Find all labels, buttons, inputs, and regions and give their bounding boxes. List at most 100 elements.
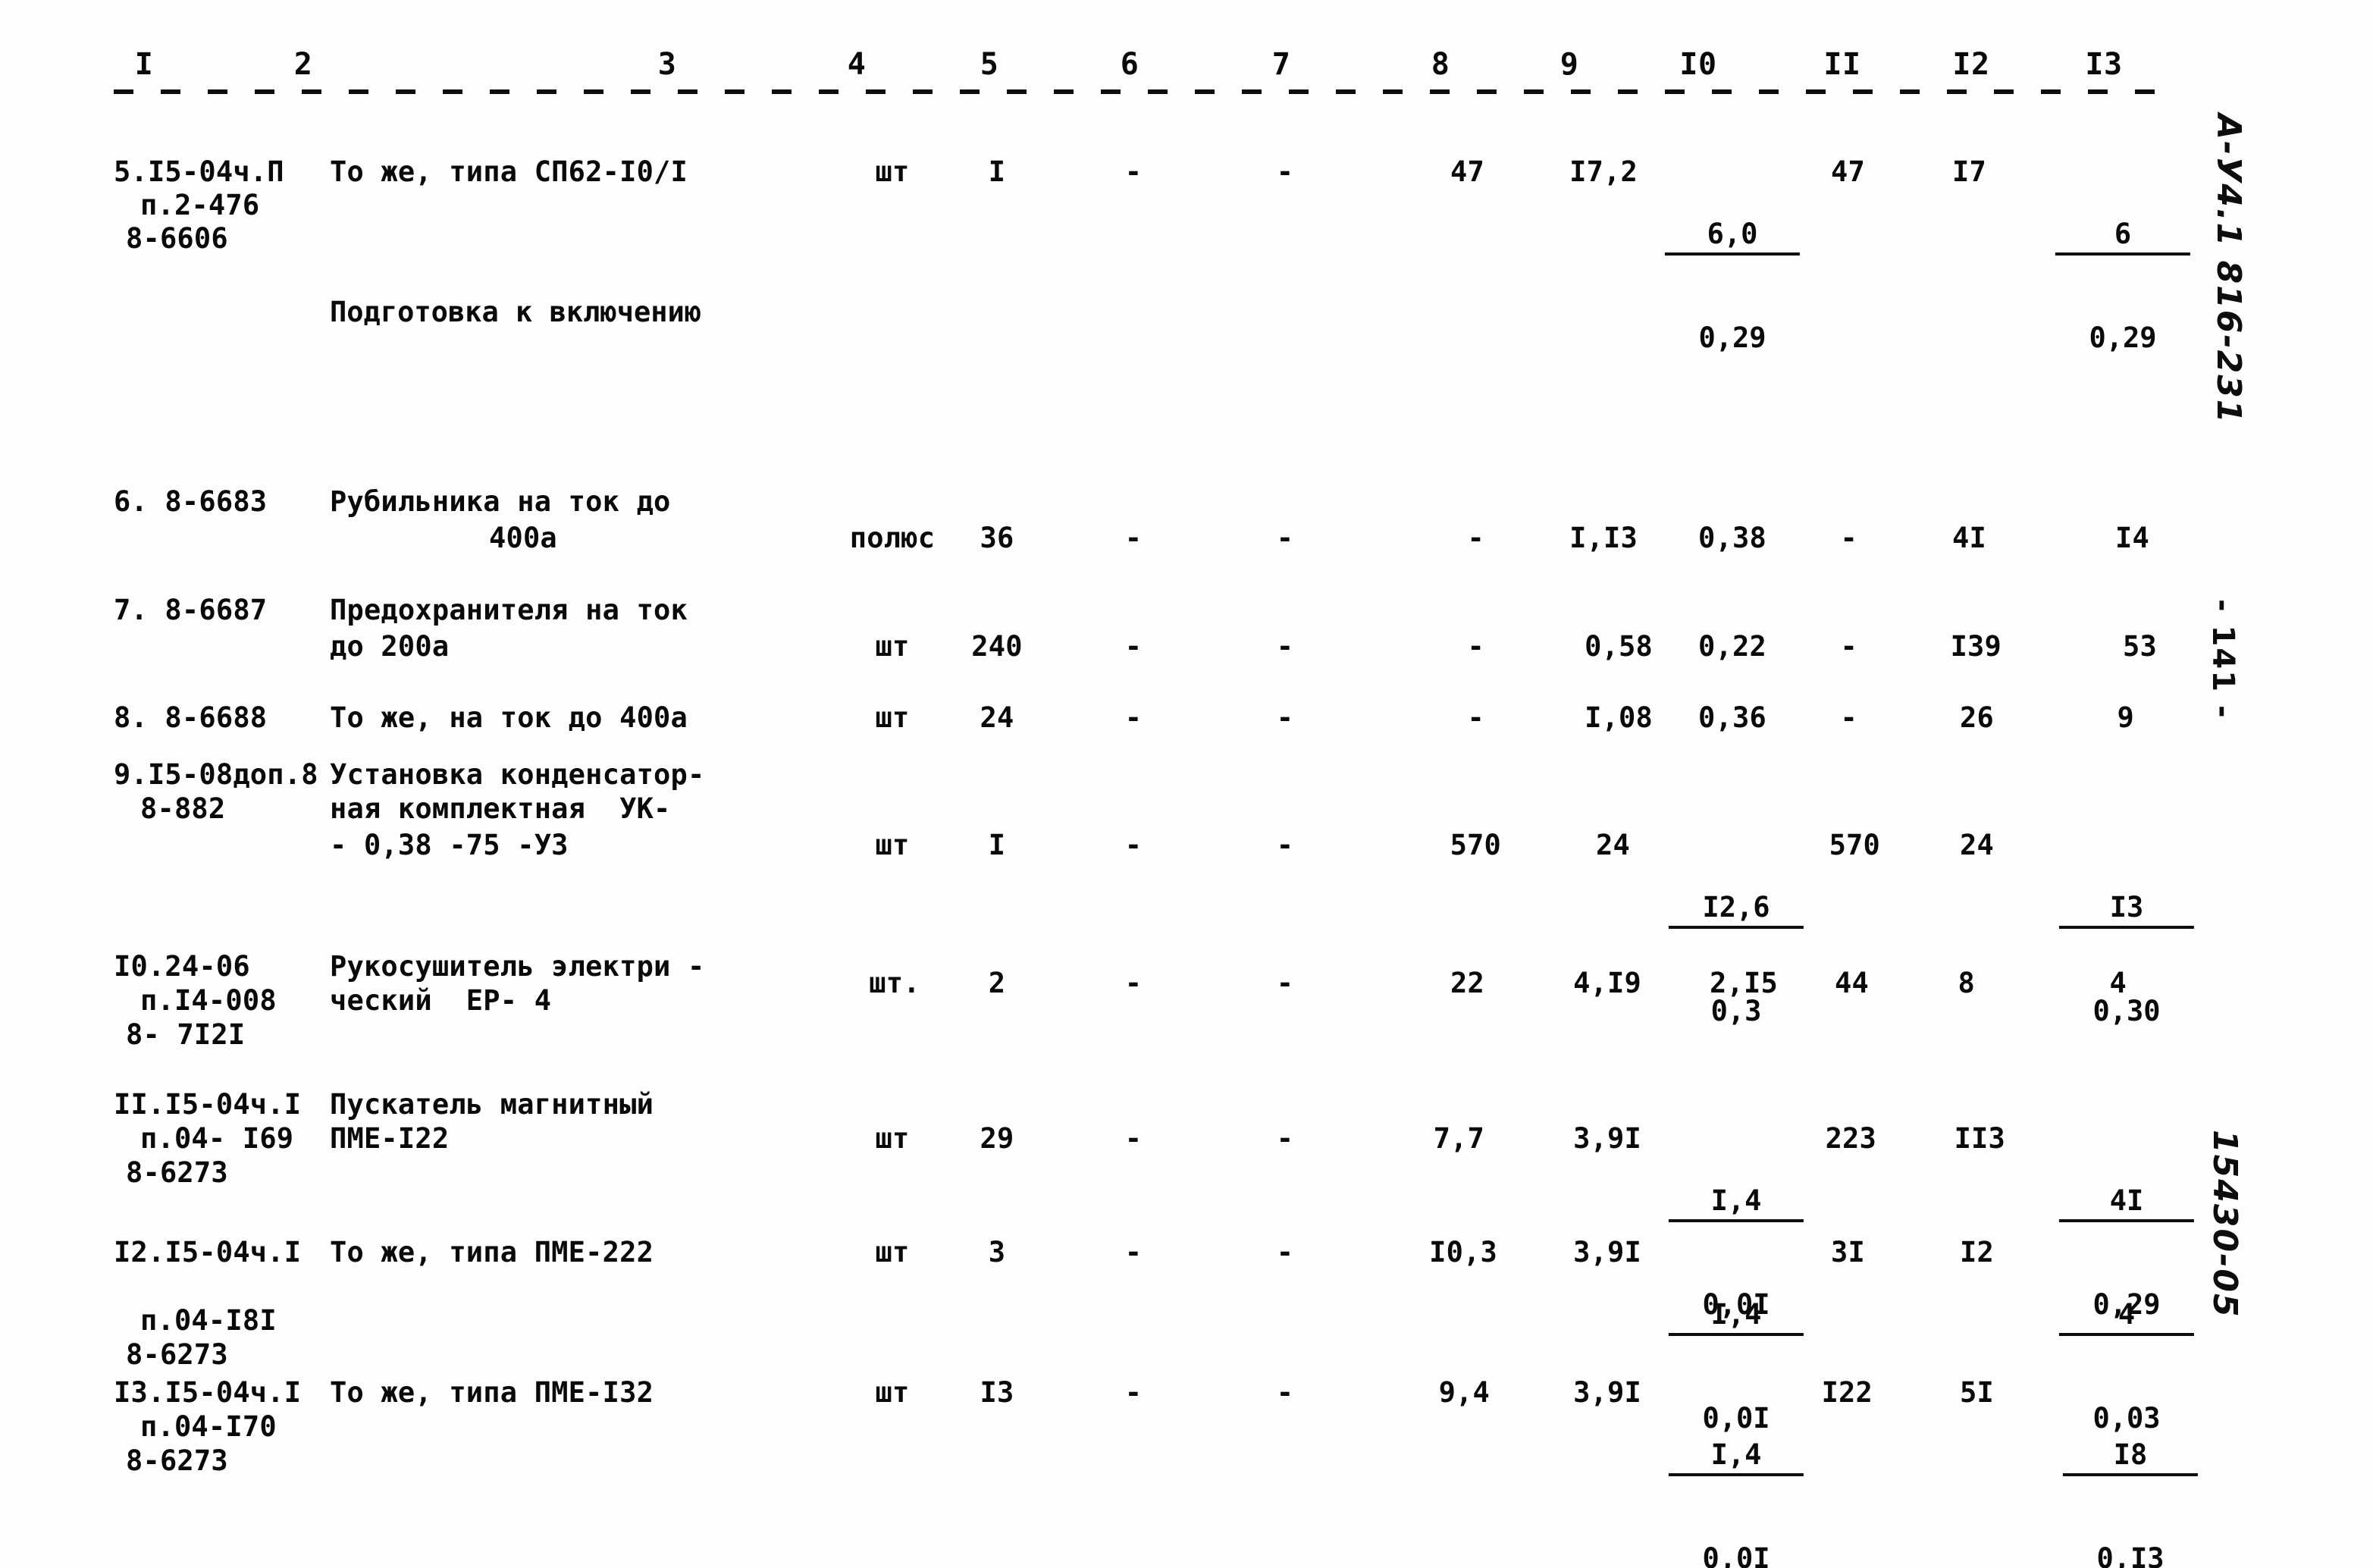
- row-position-code: 9.I5-08доп.8: [114, 758, 318, 791]
- row-col13: 53: [2123, 630, 2157, 663]
- section-heading: Подготовка к включению: [330, 296, 702, 328]
- column-ruler-dashed-line: [114, 89, 2161, 94]
- row-col10-numerator: I2,6: [1668, 892, 1804, 929]
- row-col10: 0,22: [1698, 630, 1766, 663]
- row-col7: -: [1276, 1376, 1294, 1409]
- row-qty: 36: [980, 522, 1014, 554]
- row-col13-numerator: 6: [2055, 218, 2191, 256]
- row-col7: -: [1276, 630, 1294, 663]
- row-unit: шт: [875, 630, 910, 663]
- row-position-code: I3.I5-04ч.I: [114, 1376, 302, 1409]
- row-item-name: Предохранителя на ток: [330, 594, 688, 626]
- row-col10-fraction: I,4 0,0I: [1668, 1375, 1804, 1568]
- row-col12: I39: [1950, 630, 2002, 663]
- row-col12: 24: [1960, 829, 1994, 861]
- column-number-8: 8: [1425, 47, 1456, 82]
- row-col11: I22: [1821, 1376, 1873, 1409]
- row-item-name: То же, на ток до 400а: [330, 701, 688, 734]
- row-col13: I4: [2115, 522, 2149, 554]
- row-col10-denominator: 0,29: [1698, 321, 1766, 354]
- row-col9: 3,9I: [1573, 1376, 1641, 1409]
- row-col9: 4,I9: [1573, 967, 1641, 999]
- column-number-11: II: [1818, 47, 1867, 82]
- column-number-4: 4: [842, 47, 872, 82]
- scanned-page: I 2 3 4 5 6 7 8 9 I0 II I2 I3 5.I5-04ч.П…: [0, 0, 2373, 1568]
- row-item-name-2: до 200а: [330, 630, 450, 663]
- row-qty: I3: [980, 1376, 1014, 1409]
- row-position-code3: 8-6273: [126, 1444, 228, 1477]
- row-unit: шт: [875, 1236, 910, 1269]
- row-col13: 4: [2109, 967, 2127, 999]
- row-col12: I7: [1952, 155, 1986, 188]
- row-col6: -: [1124, 1236, 1143, 1269]
- row-col12: 8: [1958, 967, 1975, 999]
- table-body: 5.I5-04ч.П п.2-476 8-6606 То же, типа СП…: [114, 155, 2199, 1568]
- row-item-name-2: 400а: [489, 522, 557, 554]
- row-col8: -: [1467, 630, 1484, 663]
- row-col10: 0,36: [1698, 701, 1766, 734]
- row-position-code: 8. 8-6688: [114, 701, 268, 734]
- row-col6: -: [1124, 1122, 1143, 1155]
- row-unit: шт: [875, 1376, 910, 1409]
- row-col9: 0,58: [1585, 630, 1653, 663]
- row-position-code3: 8-6273: [126, 1156, 228, 1189]
- column-number-2: 2: [288, 47, 318, 82]
- row-col10-fraction: 6,0 0,29: [1664, 154, 1801, 419]
- row-col8: -: [1467, 701, 1484, 734]
- row-position-code2: п.I4-008: [140, 984, 277, 1017]
- row-col6: -: [1124, 829, 1143, 861]
- row-col9: I7,2: [1569, 155, 1638, 188]
- row-item-name-3: - 0,38 -75 -У3: [330, 829, 569, 861]
- row-col10: 0,38: [1698, 522, 1766, 554]
- row-col13-denominator: 0,30: [2092, 994, 2161, 1027]
- row-col7: -: [1276, 829, 1294, 861]
- row-position-code: I2.I5-04ч.I: [114, 1236, 302, 1269]
- row-col9: I,08: [1585, 701, 1653, 734]
- row-unit: шт: [875, 829, 910, 861]
- margin-note-document-number: 15430-05: [2205, 1130, 2244, 1319]
- row-col8: -: [1467, 522, 1484, 554]
- row-position-code2: п.04-I70: [140, 1410, 277, 1443]
- row-position-code2: п.04- I69: [140, 1122, 294, 1155]
- row-position-code: 5.I5-04ч.П: [114, 155, 284, 188]
- row-position-code2: п.2-476: [140, 189, 260, 221]
- row-col11: 44: [1835, 967, 1869, 999]
- row-position-code: 6. 8-6683: [114, 485, 268, 518]
- row-col10-numerator: I,4: [1668, 1185, 1804, 1222]
- row-unit: шт.: [869, 967, 920, 999]
- row-col11: 3I: [1831, 1236, 1865, 1269]
- row-item-name-2: ческий ЕР- 4: [330, 984, 552, 1017]
- row-col12: 5I: [1960, 1376, 1994, 1409]
- row-col9: 3,9I: [1573, 1236, 1641, 1269]
- row-col6: -: [1124, 1376, 1143, 1409]
- row-col10-numerator: I,4: [1668, 1439, 1804, 1476]
- row-col12: 26: [1960, 701, 1994, 734]
- row-position-code: 7. 8-6687: [114, 594, 268, 626]
- column-number-9: 9: [1554, 47, 1585, 82]
- row-col7: -: [1276, 155, 1294, 188]
- row-col6: -: [1124, 967, 1143, 999]
- row-col13-fraction: I3 0,30: [2058, 827, 2195, 1092]
- row-qty: I: [988, 155, 1006, 188]
- row-item-name: Установка конденсатор-: [330, 758, 705, 791]
- row-col12: 4I: [1952, 522, 1986, 554]
- column-number-5: 5: [974, 47, 1005, 82]
- row-unit: шт: [875, 701, 910, 734]
- row-col7: -: [1276, 967, 1294, 999]
- row-item-name: То же, типа ПМЕ-I32: [330, 1376, 654, 1409]
- row-col8: 22: [1450, 967, 1484, 999]
- row-col12: I2: [1960, 1236, 1994, 1269]
- row-col13-denominator: 0,29: [2089, 321, 2157, 354]
- row-qty: 3: [988, 1236, 1006, 1269]
- row-item-name: То же, типа СП62-I0/I: [330, 155, 688, 188]
- row-col11: 223: [1825, 1122, 1876, 1155]
- row-col11: 47: [1831, 155, 1865, 188]
- row-item-name: Рубильника на ток до: [330, 485, 671, 518]
- row-col13-numerator: 4I: [2058, 1185, 2195, 1222]
- margin-note-code: А-У4.1 816-231: [2209, 114, 2248, 425]
- row-position-code3: 8-6606: [126, 222, 228, 255]
- row-position-code: II.I5-04ч.I: [114, 1088, 302, 1121]
- row-col7: -: [1276, 701, 1294, 734]
- column-number-7: 7: [1266, 47, 1296, 82]
- row-col11: -: [1840, 701, 1857, 734]
